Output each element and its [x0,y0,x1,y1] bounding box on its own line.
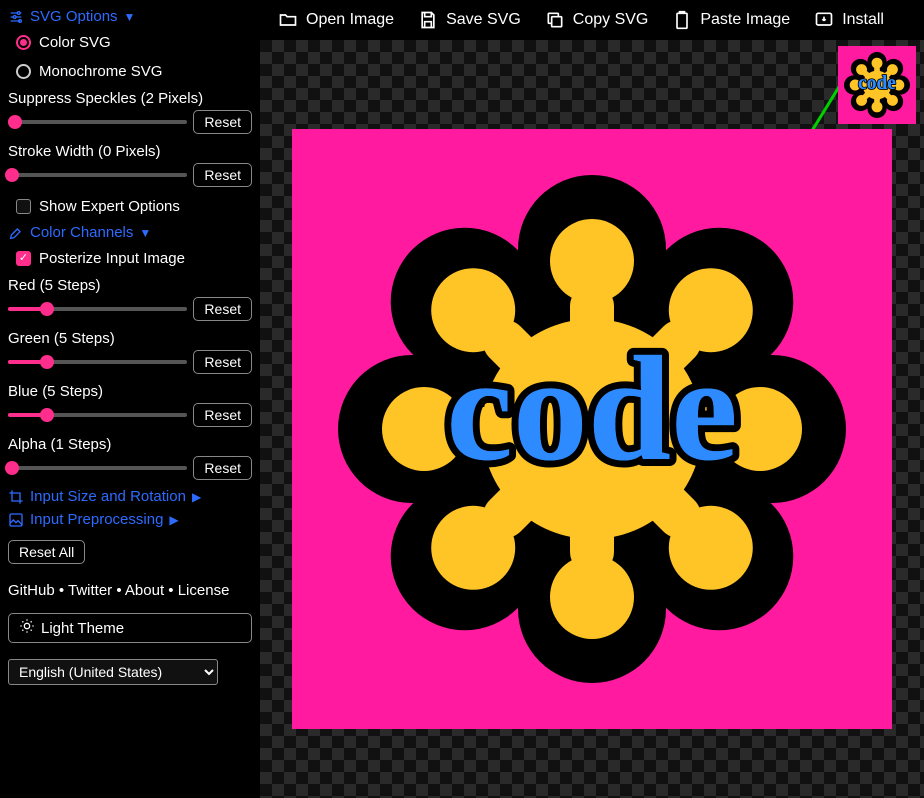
slider-blue[interactable] [8,413,187,417]
slider-label: Alpha (1 Steps) [8,436,252,453]
checkbox-label: Show Expert Options [39,198,180,215]
tool-label: Copy SVG [573,11,649,29]
main-area: Open Image Save SVG Copy SVG Paste Image… [260,0,924,798]
slider-blue-group: Blue (5 Steps) Reset [8,383,252,427]
section-color-channels[interactable]: Color Channels ▼ [8,224,252,241]
open-image-button[interactable]: Open Image [278,10,394,30]
checkbox-expert[interactable]: Show Expert Options [16,198,252,215]
slider-stroke-group: Stroke Width (0 Pixels) Reset [8,143,252,187]
reset-button[interactable]: Reset [193,297,252,321]
sliders-icon [8,9,24,25]
checkbox-icon: ✓ [16,251,31,266]
tool-label: Paste Image [700,11,790,29]
slider-green-group: Green (5 Steps) Reset [8,330,252,374]
theme-toggle-button[interactable]: Light Theme [8,613,252,643]
preview-thumbnail[interactable]: code code [838,46,916,124]
section-label: Input Size and Rotation [30,488,186,505]
chevron-down-icon: ▼ [124,10,136,24]
chevron-right-icon: ▶ [192,490,201,504]
image-icon [8,512,24,528]
install-icon [814,10,834,30]
slider-alpha[interactable] [8,466,187,470]
section-input-preprocessing[interactable]: Input Preprocessing ▶ [8,511,252,528]
tool-label: Save SVG [446,11,521,29]
slider-red-group: Red (5 Steps) Reset [8,277,252,321]
artwork-main: code code [292,129,892,729]
slider-red[interactable] [8,307,187,311]
language-select[interactable]: English (United States) [8,659,218,685]
reset-all-button[interactable]: Reset All [8,540,85,564]
theme-label: Light Theme [41,620,124,637]
section-input-size[interactable]: Input Size and Rotation ▶ [8,488,252,505]
slider-label: Stroke Width (0 Pixels) [8,143,252,160]
section-svg-options[interactable]: SVG Options ▼ [8,8,252,25]
slider-label: Red (5 Steps) [8,277,252,294]
tool-label: Open Image [306,11,394,29]
brush-icon [8,225,24,241]
chevron-right-icon: ▶ [169,513,178,527]
tool-label: Install [842,11,884,29]
radio-icon [16,64,31,79]
section-label: Color Channels [30,224,133,241]
reset-button[interactable]: Reset [193,350,252,374]
crop-rotate-icon [8,489,24,505]
slider-label: Suppress Speckles (2 Pixels) [8,90,252,107]
folder-icon [278,10,298,30]
save-svg-button[interactable]: Save SVG [418,10,521,30]
radio-label: Color SVG [39,34,111,51]
section-label: Input Preprocessing [30,511,163,528]
paste-image-button[interactable]: Paste Image [672,10,790,30]
sidebar: SVG Options ▼ Color SVG Monochrome SVG S… [0,0,260,798]
reset-button[interactable]: Reset [193,110,252,134]
toolbar: Open Image Save SVG Copy SVG Paste Image… [260,0,924,40]
slider-label: Green (5 Steps) [8,330,252,347]
radio-monochrome-svg[interactable]: Monochrome SVG [16,63,252,80]
radio-icon [16,35,31,50]
footer-links[interactable]: GitHub • Twitter • About • License [8,582,252,599]
checkbox-icon [16,199,31,214]
copy-svg-button[interactable]: Copy SVG [545,10,649,30]
slider-stroke[interactable] [8,173,187,177]
copy-icon [545,10,565,30]
brightness-icon [19,618,35,638]
clipboard-icon [672,10,692,30]
svg-text:code: code [858,73,896,94]
checkbox-label: Posterize Input Image [39,250,185,267]
slider-label: Blue (5 Steps) [8,383,252,400]
reset-button[interactable]: Reset [193,163,252,187]
reset-button[interactable]: Reset [193,403,252,427]
slider-speckles[interactable] [8,120,187,124]
chevron-down-icon: ▼ [139,226,151,240]
slider-green[interactable] [8,360,187,364]
install-button[interactable]: Install [814,10,884,30]
svg-text:code: code [446,326,738,492]
slider-speckles-group: Suppress Speckles (2 Pixels) Reset [8,90,252,134]
checkbox-posterize[interactable]: ✓ Posterize Input Image [16,250,252,267]
radio-color-svg[interactable]: Color SVG [16,34,252,51]
section-label: SVG Options [30,8,118,25]
canvas[interactable]: code code code code [260,40,924,798]
slider-alpha-group: Alpha (1 Steps) Reset [8,436,252,480]
radio-label: Monochrome SVG [39,63,162,80]
reset-button[interactable]: Reset [193,456,252,480]
save-icon [418,10,438,30]
